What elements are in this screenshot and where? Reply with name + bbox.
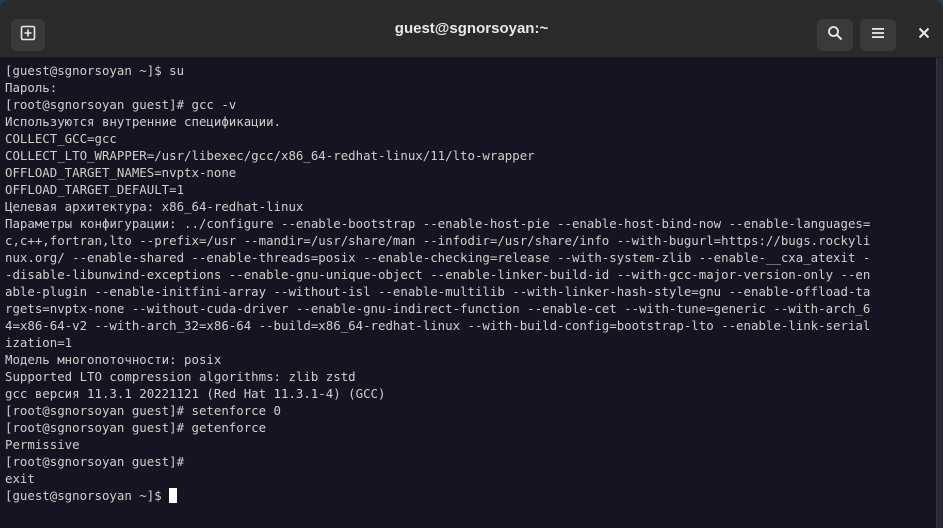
terminal-line: COLLECT_LTO_WRAPPER=/usr/libexec/gcc/x86…: [5, 148, 535, 163]
terminal-line: Используются внутренние спецификации.: [5, 114, 282, 129]
terminal-line: exit: [5, 471, 35, 486]
terminal-line: COLLECT_GCC=gcc: [5, 131, 117, 146]
titlebar: guest@sgnorsoyan:~: [0, 0, 943, 58]
text-cursor: [169, 488, 178, 503]
terminal-line: Целевая архитектура: x86_64-redhat-linux: [5, 199, 304, 214]
terminal-line: c,c++,fortran,lto --prefix=/usr --mandir…: [5, 233, 871, 248]
terminal-line: OFFLOAD_TARGET_NAMES=nvptx-none: [5, 165, 237, 180]
terminal-line: Параметры конфигурации: ../configure --e…: [5, 216, 871, 231]
terminal-line: [root@sgnorsoyan guest]# getenforce: [5, 420, 267, 435]
search-icon: [827, 25, 843, 46]
terminal-line: Supported LTO compression algorithms: zl…: [5, 369, 356, 384]
prompt-text: [guest@sgnorsoyan ~]$: [5, 488, 170, 503]
menu-button[interactable]: [860, 19, 896, 51]
terminal-line: rgets=nvptx-none --without-cuda-driver -…: [5, 301, 871, 316]
new-tab-button[interactable]: [11, 19, 45, 51]
terminal-output[interactable]: [guest@sgnorsoyan ~]$ su Пароль: [root@s…: [0, 58, 936, 528]
hamburger-menu-icon: [871, 26, 885, 45]
terminal-line: Пароль:: [5, 80, 58, 95]
new-tab-icon: [20, 25, 36, 46]
terminal-line: Модель многопоточности: posix: [5, 352, 222, 367]
scrollbar-thumb[interactable]: [936, 58, 943, 528]
terminal-line: [guest@sgnorsoyan ~]$ su: [5, 63, 185, 78]
terminal-line: [root@sgnorsoyan guest]# gcc -v: [5, 97, 237, 112]
terminal-window: guest@sgnorsoyan:~ [guest@sgnorsoyan ~]$…: [0, 0, 943, 528]
close-icon: [918, 26, 930, 44]
terminal-line: -disable-libunwind-exceptions --enable-g…: [5, 267, 871, 282]
terminal-line: Permissive: [5, 437, 80, 452]
terminal-prompt-line[interactable]: [guest@sgnorsoyan ~]$: [5, 487, 936, 504]
terminal-line: gcc версия 11.3.1 20221121 (Red Hat 11.3…: [5, 386, 386, 401]
terminal-line: nux.org/ --enable-shared --enable-thread…: [5, 250, 871, 265]
terminal-line: [root@sgnorsoyan guest]#: [5, 454, 185, 469]
terminal-line: [root@sgnorsoyan guest]# setenforce 0: [5, 403, 282, 418]
terminal-line: able-plugin --enable-initfini-array --wi…: [5, 284, 871, 299]
scrollbar[interactable]: [936, 58, 943, 528]
terminal-line: ization=1: [5, 335, 73, 350]
close-button[interactable]: [910, 22, 938, 48]
terminal-line: OFFLOAD_TARGET_DEFAULT=1: [5, 182, 185, 197]
terminal-line: 4=x86-64-v2 --with-arch_32=x86-64 --buil…: [5, 318, 871, 333]
search-button[interactable]: [817, 19, 853, 51]
window-title: guest@sgnorsoyan:~: [394, 20, 549, 37]
